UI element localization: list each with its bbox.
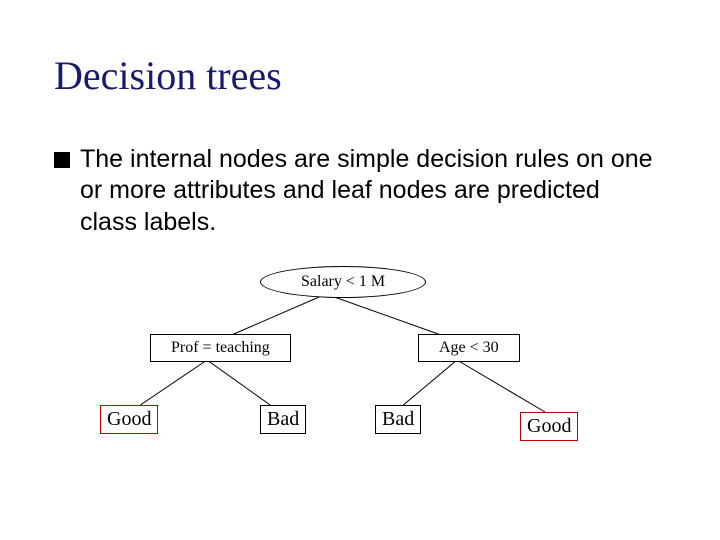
tree-leaf-good-left: Good [100, 405, 158, 434]
slide-title: Decision trees [54, 52, 282, 99]
tree-left-node: Prof = teaching [150, 334, 291, 362]
tree-root-node: Salary < 1 M [260, 266, 426, 298]
bullet-text: The internal nodes are simple decision r… [80, 144, 654, 238]
tree-right-node: Age < 30 [418, 334, 520, 362]
decision-tree-diagram: Salary < 1 M Prof = teaching Age < 30 Go… [0, 260, 720, 520]
tree-leaf-bad-right: Bad [375, 405, 421, 434]
slide: Decision trees The internal nodes are si… [0, 0, 720, 540]
square-bullet-icon [54, 152, 70, 168]
tree-leaf-bad-left: Bad [260, 405, 306, 434]
tree-leaf-good-right: Good [520, 412, 578, 441]
tree-edges [0, 260, 720, 520]
bullet-item: The internal nodes are simple decision r… [54, 144, 654, 238]
